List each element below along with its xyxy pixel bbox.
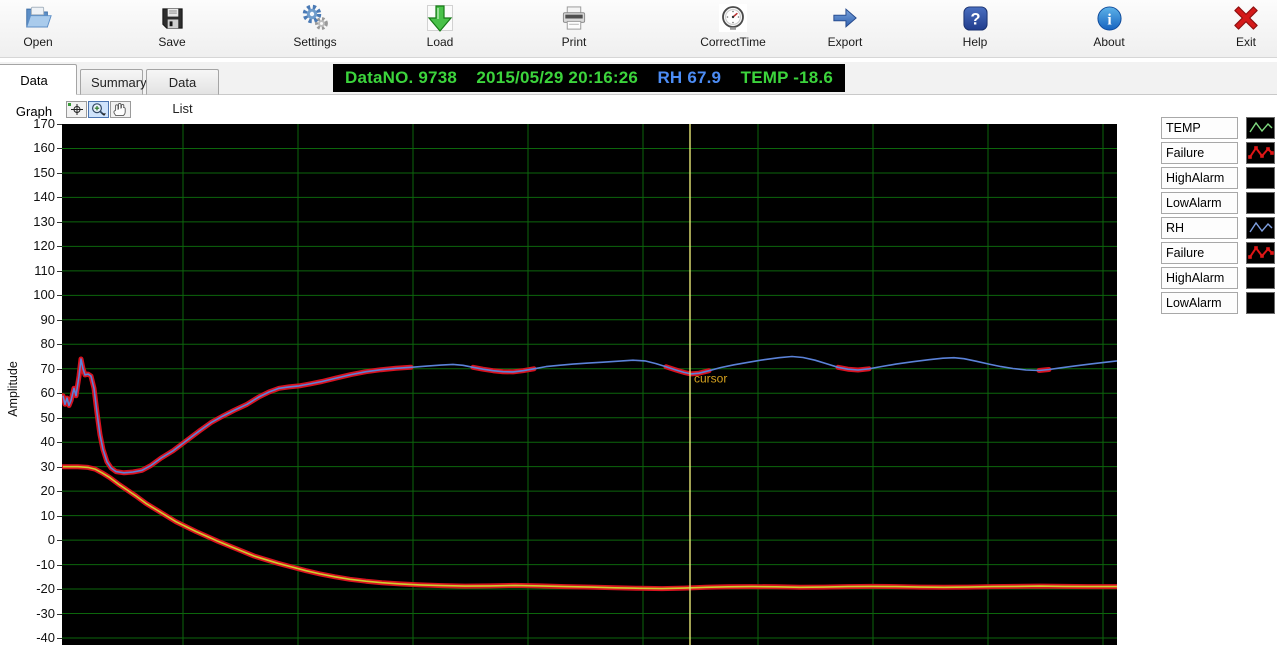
legend-row: HighAlarm [1161, 267, 1277, 290]
y-tick-label: 80 [0, 337, 55, 351]
toolbar-item-save[interactable]: Save [117, 2, 227, 54]
y-tick-label: 160 [0, 141, 55, 155]
settings-icon [301, 2, 329, 34]
toolbar-label: Settings [293, 35, 336, 49]
legend-label-rh[interactable]: RH [1161, 217, 1238, 239]
y-tick-label: 60 [0, 386, 55, 400]
toolbar-label: Open [23, 35, 52, 49]
status-datetime: 2015/05/29 20:16:26 [476, 68, 638, 88]
toolbar-label: CorrectTime [700, 35, 766, 49]
crosshair-tool-icon[interactable] [66, 101, 87, 118]
toolbar-item-load[interactable]: Load [385, 2, 495, 54]
legend-label-lowalarm[interactable]: LowAlarm [1161, 192, 1238, 214]
legend-swatch-red-markers[interactable] [1246, 242, 1275, 264]
legend-swatch-red-markers[interactable] [1246, 142, 1275, 164]
legend-swatch-empty[interactable] [1246, 167, 1275, 189]
toolbar-label: Help [963, 35, 988, 49]
status-rh: RH 67.9 [657, 68, 721, 88]
y-tick-label: -10 [0, 558, 55, 572]
toolbar-label: Load [427, 35, 454, 49]
exit-icon [1233, 2, 1259, 34]
toolbar-item-export[interactable]: Export [790, 2, 900, 54]
y-tick-label: 50 [0, 411, 55, 425]
tab-summary[interactable]: Summary [80, 69, 143, 95]
toolbar-item-about[interactable]: i About [1054, 2, 1164, 54]
svg-text:?: ? [970, 10, 980, 28]
main-toolbar: Open Save Settings [0, 0, 1277, 58]
toolbar-item-exit[interactable]: Exit [1191, 2, 1277, 54]
toolbar-item-correct-time[interactable]: CorrectTime [678, 2, 788, 54]
legend-row: Failure [1161, 142, 1277, 165]
tab-label: Summary [91, 75, 147, 90]
legend-label-lowalarm[interactable]: LowAlarm [1161, 292, 1238, 314]
legend-swatch-empty[interactable] [1246, 267, 1275, 289]
status-banner: DataNO. 9738 2015/05/29 20:16:26 RH 67.9… [333, 64, 845, 92]
print-icon [560, 2, 588, 34]
y-tick-label: 70 [0, 362, 55, 376]
legend-row: Failure [1161, 242, 1277, 265]
load-icon [426, 2, 454, 34]
status-temp: TEMP -18.6 [741, 68, 833, 88]
legend-row: LowAlarm [1161, 192, 1277, 215]
toolbar-label: Exit [1236, 35, 1256, 49]
y-tick-label: 90 [0, 313, 55, 327]
open-icon [23, 2, 53, 34]
chart-toolbar [66, 101, 131, 119]
y-tick-label: 40 [0, 435, 55, 449]
legend-swatch-green-line[interactable] [1246, 117, 1275, 139]
tab-data-list[interactable]: Data List [146, 69, 219, 95]
help-icon: ? [962, 2, 989, 34]
y-tick-label: -20 [0, 582, 55, 596]
legend-label-failure[interactable]: Failure [1161, 242, 1238, 264]
export-icon [831, 2, 859, 34]
y-tick-label: 140 [0, 190, 55, 204]
toolbar-label: Save [158, 35, 185, 49]
y-tick-label: 150 [0, 166, 55, 180]
toolbar-item-settings[interactable]: Settings [260, 2, 370, 54]
legend-swatch-blue-line[interactable] [1246, 217, 1275, 239]
legend-row: RH [1161, 217, 1277, 240]
y-tick-label: 20 [0, 484, 55, 498]
tab-label: Data Graph [16, 73, 52, 119]
cursor-label: cursor [694, 372, 727, 386]
y-tick-label: 0 [0, 533, 55, 547]
zoom-tool-icon[interactable] [88, 101, 109, 118]
chart-svg: cursor [62, 124, 1117, 645]
y-tick-label: 110 [0, 264, 55, 278]
toolbar-label: About [1093, 35, 1124, 49]
chart-plot-area[interactable]: cursor [62, 124, 1117, 645]
toolbar-label: Export [828, 35, 863, 49]
tab-data-graph[interactable]: Data Graph [0, 64, 77, 95]
svg-text:i: i [1107, 11, 1112, 28]
about-icon: i [1096, 2, 1123, 34]
y-tick-label: 120 [0, 239, 55, 253]
legend-row: TEMP [1161, 117, 1277, 140]
legend-row: LowAlarm [1161, 292, 1277, 315]
y-tick-label: 100 [0, 288, 55, 302]
tab-label: Data List [169, 75, 196, 116]
legend-swatch-empty[interactable] [1246, 292, 1275, 314]
toolbar-item-help[interactable]: ? Help [920, 2, 1030, 54]
status-data-no: DataNO. 9738 [345, 68, 457, 88]
toolbar-label: Print [562, 35, 587, 49]
legend-label-temp[interactable]: TEMP [1161, 117, 1238, 139]
y-tick-label: 130 [0, 215, 55, 229]
plot-background [62, 124, 1117, 645]
legend-label-highalarm[interactable]: HighAlarm [1161, 167, 1238, 189]
y-tick-label: 10 [0, 509, 55, 523]
legend-row: HighAlarm [1161, 167, 1277, 190]
correct-time-icon [719, 2, 747, 34]
legend-swatch-empty[interactable] [1246, 192, 1275, 214]
toolbar-item-print[interactable]: Print [519, 2, 629, 54]
legend-label-highalarm[interactable]: HighAlarm [1161, 267, 1238, 289]
pan-tool-icon[interactable] [110, 101, 131, 118]
save-icon [159, 2, 186, 34]
y-tick-label: 30 [0, 460, 55, 474]
y-tick-label: -40 [0, 631, 55, 645]
y-tick-label: -30 [0, 607, 55, 621]
legend-label-failure[interactable]: Failure [1161, 142, 1238, 164]
toolbar-item-open[interactable]: Open [0, 2, 93, 54]
